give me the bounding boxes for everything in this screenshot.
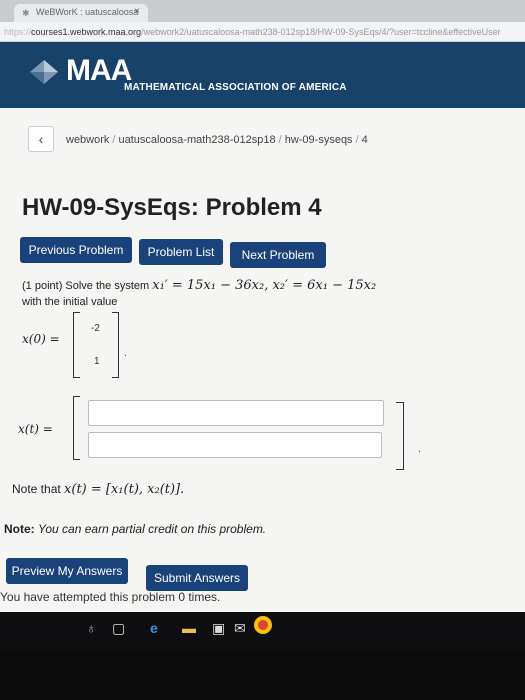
x0-value-2: 1	[94, 356, 100, 367]
breadcrumb-separator: /	[355, 134, 359, 146]
next-problem-button[interactable]: Next Problem	[230, 242, 326, 268]
site-header: MAA MATHEMATICAL ASSOCIATION OF AMERICA	[0, 42, 525, 108]
system-equations: x₁′ = 15x₁ − 36x₂, x₂′ = 6x₁ − 15x₂	[152, 278, 377, 293]
xt-label: x(t) =	[18, 422, 53, 436]
x0-label: x(0) =	[22, 332, 60, 346]
x0-value-1: -2	[91, 323, 100, 334]
xt-left-bracket	[73, 396, 80, 460]
chrome-icon[interactable]	[254, 616, 272, 634]
task-view-icon[interactable]: ▢	[112, 620, 125, 637]
close-icon[interactable]: ×	[134, 6, 140, 17]
url-path: /webwork2/uatuscaloosa-math238-012sp18/H…	[141, 27, 501, 37]
maa-logo-icon[interactable]	[28, 58, 60, 86]
breadcrumb-item-webwork[interactable]: webwork	[66, 134, 109, 146]
url-scheme: https://	[4, 27, 32, 37]
breadcrumb-item-course[interactable]: uatuscaloosa-math238-012sp18	[118, 134, 275, 146]
preview-answers-button[interactable]: Preview My Answers	[6, 558, 128, 584]
mic-icon[interactable]: ♁	[86, 620, 97, 636]
maa-subtitle: MATHEMATICAL ASSOCIATION OF AMERICA	[124, 82, 347, 93]
x0-period: .	[124, 348, 127, 359]
previous-problem-button[interactable]: Previous Problem	[20, 237, 132, 263]
breadcrumb-path: webwork / uatuscaloosa-math238-012sp18/hw-…	[66, 134, 368, 146]
x0-right-bracket	[112, 312, 119, 378]
tab-title: WeBWorK : uatuscaloosa	[36, 7, 139, 17]
webwork-favicon-icon: ✱	[22, 8, 30, 18]
main-content: ‹ webwork / uatuscaloosa-math238-012sp18/h…	[0, 108, 525, 628]
browser-tab[interactable]: ✱ WeBWorK : uatuscaloosa ×	[14, 4, 148, 22]
breadcrumb-item-set[interactable]: hw-09-syseqs	[285, 134, 353, 146]
problem-intro: (1 point) Solve the system	[22, 280, 150, 292]
partial-credit-text: You can earn partial credit on this prob…	[38, 522, 267, 536]
attempts-text: You have attempted this problem 0 times.	[0, 590, 221, 604]
back-button[interactable]: ‹	[28, 126, 54, 152]
mail-icon[interactable]: ✉	[234, 620, 246, 637]
submit-answers-button[interactable]: Submit Answers	[146, 565, 248, 591]
file-explorer-icon[interactable]: ▬	[182, 620, 196, 636]
problem-statement: (1 point) Solve the system x₁′ = 15x₁ − …	[22, 278, 376, 310]
edge-browser-icon[interactable]: e	[150, 620, 158, 636]
problem-list-button[interactable]: Problem List	[139, 239, 223, 265]
monitor-bezel	[0, 652, 525, 700]
taskbar: ♁ ▢ e ▬ ▣ ✉	[0, 612, 525, 652]
xt-right-bracket	[396, 402, 404, 470]
initial-value-label: with the initial value	[22, 296, 118, 308]
url-host: courses1.webwork.maa.org	[31, 27, 142, 37]
partial-credit-label: Note:	[4, 522, 35, 536]
maa-logo[interactable]: MAA	[66, 54, 132, 88]
breadcrumb-item-problem: 4	[361, 134, 368, 146]
breadcrumb-separator: /	[278, 134, 282, 146]
x0-left-bracket	[73, 312, 80, 378]
note-x-definition: Note that x(t) = [x₁(t), x₂(t)].	[12, 482, 184, 497]
partial-credit-note: Note: You can earn partial credit on thi…	[4, 522, 266, 536]
page-title: HW-09-SysEqs: Problem 4	[22, 194, 322, 221]
browser-tab-bar: ✱ WeBWorK : uatuscaloosa ×	[0, 0, 525, 22]
note-prefix: Note that	[12, 482, 61, 496]
note-formula: x(t) = [x₁(t), x₂(t)].	[64, 482, 185, 497]
answer-x1-input[interactable]	[88, 400, 384, 426]
breadcrumb: ‹ webwork / uatuscaloosa-math238-012sp18/h…	[28, 126, 518, 156]
xt-period: .	[418, 444, 421, 455]
address-bar[interactable]: https://courses1.webwork.maa.org/webwork…	[0, 22, 525, 42]
answer-x2-input[interactable]	[88, 432, 382, 458]
store-icon[interactable]: ▣	[212, 620, 225, 637]
